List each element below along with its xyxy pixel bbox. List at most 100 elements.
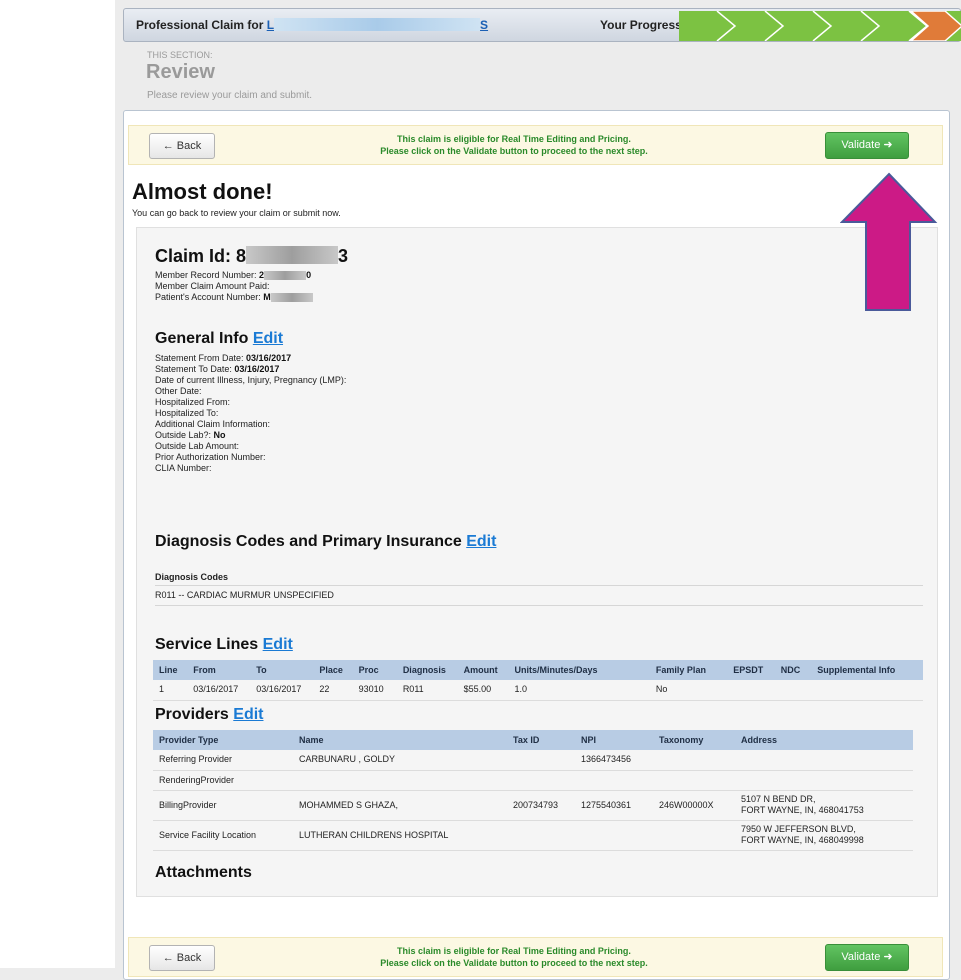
provider-cell-npi: 1366473456 — [575, 750, 653, 771]
provider-cell-tax-id: 200734793 — [507, 790, 575, 821]
service-line-cell: 03/16/2017 — [187, 680, 251, 701]
provider-cell-name: MOHAMMED S GHAZA, — [293, 790, 507, 821]
redacted-claim-id — [246, 246, 339, 264]
providers-heading: Providers Edit — [155, 706, 264, 723]
service-lines-column-header: Line — [153, 660, 188, 680]
providers-column-header: Tax ID — [507, 730, 575, 750]
back-button-bottom[interactable]: ← Back — [149, 945, 215, 971]
service-lines-column-header: Supplemental Info — [811, 660, 923, 680]
annotation-arrow-icon — [840, 172, 938, 311]
service-lines-table: Line From To Place Proc Diagnosis Amount Units/… — [153, 660, 923, 701]
provider-cell-npi: 1275540361 — [575, 790, 653, 821]
provider-cell-type: RenderingProvider — [153, 770, 293, 791]
claim-review-page: Professional Claim for LS Your Progress … — [123, 0, 961, 980]
action-bar-bottom: ← Back This claim is eligible for Real T… — [128, 937, 943, 977]
progress-chevrons — [679, 11, 961, 41]
claim-header-bar: Professional Claim for LS Your Progress — [123, 8, 961, 42]
attachments-heading: Attachments — [155, 864, 252, 881]
redacted-patient-account — [270, 293, 313, 302]
providers-column-header: NPI — [575, 730, 653, 750]
diagnosis-code: R011 -- CARDIAC MURMUR UNSPECIFIED — [155, 590, 334, 600]
providers-column-header: Name — [293, 730, 507, 750]
progress-label: Your Progress — [600, 18, 682, 32]
provider-cell-name — [293, 770, 507, 791]
service-lines-column-header: To — [250, 660, 314, 680]
service-line-cell: No — [649, 680, 728, 701]
arrow-right-icon: ➜ — [883, 139, 893, 151]
service-lines-column-header: Proc — [352, 660, 397, 680]
page-heading: Almost done! — [132, 179, 273, 204]
general-info-field: Prior Authorization Number: — [155, 452, 266, 462]
service-line-cell: 93010 — [352, 680, 397, 701]
diagnosis-heading: Diagnosis Codes and Primary Insurance Ed… — [155, 533, 497, 550]
back-button[interactable]: ← Back — [149, 133, 215, 159]
service-lines-column-header: Family Plan — [649, 660, 728, 680]
claim-identifiers: Member Record Number: 20 Member Claim Am… — [155, 270, 313, 302]
service-lines-column-header: From — [187, 660, 251, 680]
section-label: THIS SECTION: — [147, 50, 213, 60]
providers-column-header: Address — [735, 730, 913, 750]
provider-cell-taxonomy — [653, 820, 735, 851]
service-line-cell: 22 — [313, 680, 353, 701]
providers-column-header: Provider Type — [153, 730, 293, 750]
diagnosis-codes-label: Diagnosis Codes — [155, 572, 923, 586]
service-line-cell: 1 — [153, 680, 188, 701]
providers-column-header: Taxonomy — [653, 730, 735, 750]
redacted-member-record — [264, 271, 307, 280]
claim-summary: Claim Id: 83 Member Record Number: 20 Me… — [136, 227, 938, 897]
action-bar-top: ← Back This claim is eligible for Real T… — [128, 125, 943, 165]
general-info-field: Outside Lab?: No — [155, 430, 226, 440]
service-lines-column-header: EPSDT — [727, 660, 775, 680]
general-info-edit-link[interactable]: Edit — [253, 330, 283, 347]
claim-id: Claim Id: 83 — [155, 246, 349, 266]
arrow-right-icon: ➜ — [883, 951, 893, 963]
provider-cell-address — [735, 770, 913, 791]
providers-edit-link[interactable]: Edit — [233, 706, 263, 723]
provider-cell-name: LUTHERAN CHILDRENS HOSPITAL — [293, 820, 507, 851]
service-line-cell: 03/16/2017 — [250, 680, 314, 701]
realtime-editing-message-bottom: This claim is eligible for Real Time Edi… — [380, 946, 648, 968]
provider-cell-address: 7950 W JEFFERSON BLVD, FORT WAYNE, IN, 46… — [735, 820, 913, 851]
page-subheading: You can go back to review your claim or … — [132, 208, 341, 218]
provider-row: Service Facility Location LUTHERAN CHILDR… — [153, 820, 913, 851]
review-panel: ← Back This claim is eligible for Real T… — [123, 110, 950, 980]
left-margin — [0, 0, 115, 968]
diagnosis-edit-link[interactable]: Edit — [466, 533, 496, 550]
diagnosis-code-list: R011 -- CARDIAC MURMUR UNSPECIFIED — [155, 590, 923, 606]
general-info-field: Statement To Date: 03/16/2017 — [155, 364, 280, 374]
claim-title: Professional Claim for LS — [136, 18, 488, 32]
validate-button-bottom[interactable]: Validate ➜ — [825, 944, 909, 971]
claim-title-link[interactable]: LS — [267, 18, 488, 32]
provider-cell-taxonomy — [653, 750, 735, 771]
service-lines-column-header: Units/Minutes/Days — [508, 660, 650, 680]
arrow-left-icon: ← — [162, 140, 174, 152]
provider-cell-npi — [575, 820, 653, 851]
provider-row: BillingProvider MOHAMMED S GHAZA, 20073479… — [153, 790, 913, 821]
service-lines-edit-link[interactable]: Edit — [263, 636, 293, 653]
validate-button[interactable]: Validate ➜ — [825, 132, 909, 159]
service-line-cell — [811, 680, 923, 701]
provider-cell-type: BillingProvider — [153, 790, 293, 821]
service-line-cell: R011 — [396, 680, 458, 701]
provider-cell-address: 5107 N BEND DR, FORT WAYNE, IN, 468041753 — [735, 790, 913, 821]
general-info-field: Outside Lab Amount: — [155, 441, 240, 451]
general-info-field: Additional Claim Information: — [155, 419, 271, 429]
provider-cell-address — [735, 750, 913, 771]
service-lines-column-header: NDC — [774, 660, 812, 680]
service-line-cell: 1.0 — [508, 680, 650, 701]
claim-title-prefix: Professional Claim for — [136, 18, 267, 32]
provider-cell-type: Service Facility Location — [153, 820, 293, 851]
service-line-row: 1 03/16/2017 03/16/2017 22 93010 R011 $55.00 1.… — [153, 680, 923, 701]
general-info-field: Date of current Illness, Injury, Pregnan… — [155, 375, 347, 385]
provider-cell-tax-id — [507, 770, 575, 791]
general-info-field: Statement From Date: 03/16/2017 — [155, 353, 292, 363]
arrow-left-icon: ← — [162, 952, 174, 964]
general-info-field: Hospitalized To: — [155, 408, 219, 418]
section-title: Review — [146, 61, 215, 83]
service-line-cell — [774, 680, 812, 701]
general-info-field: Hospitalized From: — [155, 397, 231, 407]
service-line-cell — [727, 680, 775, 701]
provider-cell-taxonomy: 246W00000X — [653, 790, 735, 821]
provider-cell-type: Referring Provider — [153, 750, 293, 771]
provider-row: Referring Provider CARBUNARU , GOLDY 13664… — [153, 750, 913, 771]
